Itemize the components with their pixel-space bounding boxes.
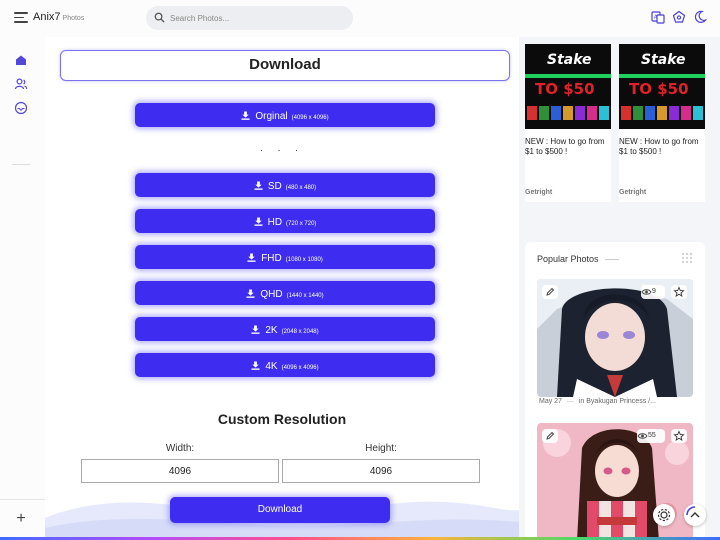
ad-source: Getright: [525, 189, 553, 196]
download-icon: [241, 111, 250, 120]
search-input[interactable]: [170, 10, 340, 26]
download-resolution: (2048 x 2048): [281, 329, 319, 335]
photo-date: May 27: [539, 398, 562, 405]
rail-divider: [12, 164, 30, 165]
download-label: SD: [267, 181, 282, 192]
height-label: Height:: [365, 443, 397, 454]
ad-banner-image: Stake TO $50: [525, 44, 611, 129]
ad-banner-image: Stake TO $50: [619, 44, 705, 129]
download-label: HD: [267, 217, 283, 228]
download-label: Orginal: [255, 111, 288, 122]
download-icon: [251, 325, 260, 334]
download-resolution: (4096 x 4096): [291, 115, 329, 121]
popular-photos-title: Popular Photos: [537, 254, 599, 264]
download-icon: [247, 253, 256, 262]
download-qhd-button[interactable]: QHD (1440 x 1440): [135, 281, 435, 305]
eye-icon: [641, 289, 652, 295]
dark-mode-icon[interactable]: [693, 10, 707, 24]
brand-logo[interactable]: Anix7 Photos: [33, 11, 84, 23]
download-label: FHD: [261, 253, 282, 264]
scroll-top-button[interactable]: [684, 504, 706, 526]
brand-sub: Photos: [62, 15, 85, 22]
download-hd-button[interactable]: HD (720 x 720): [135, 209, 435, 233]
translate-icon[interactable]: A: [651, 10, 665, 24]
ad-source: Getright: [619, 189, 647, 196]
search-bar[interactable]: [146, 6, 353, 30]
download-fhd-button[interactable]: FHD (1080 x 1080): [135, 245, 435, 269]
ad-brand: Stake: [641, 52, 686, 68]
bookmark-icon-pill[interactable]: [671, 285, 687, 299]
download-icon: [254, 181, 263, 190]
download-label: QHD: [260, 289, 283, 300]
pencil-icon: [546, 431, 555, 440]
download-title-text: Download: [249, 56, 321, 73]
eye-icon: [637, 433, 648, 439]
title-divider: [605, 259, 619, 260]
theme-icon[interactable]: [672, 10, 686, 24]
search-icon: [154, 12, 165, 23]
star-icon: [673, 430, 685, 441]
photo-image: [537, 279, 693, 397]
brand-name: Anix7: [33, 11, 61, 23]
bookmark-icon-pill[interactable]: [671, 429, 687, 443]
view-count: 55: [637, 429, 665, 443]
inbox-icon[interactable]: [14, 101, 28, 115]
edit-icon-pill[interactable]: [542, 429, 558, 443]
download-resolution: (1080 x 1080): [285, 257, 323, 263]
pencil-icon: [546, 287, 555, 296]
width-input[interactable]: [81, 459, 279, 483]
settings-button[interactable]: [653, 504, 675, 526]
chevron-up-icon: [686, 506, 700, 518]
ad-banner-text: TO $50: [629, 80, 689, 98]
ad-text: NEW : How to go from $1 to $500 !: [525, 137, 605, 156]
view-count: 9: [641, 285, 665, 299]
side-rail: +: [0, 37, 45, 540]
popular-photo[interactable]: 9: [537, 279, 693, 397]
width-label: Width:: [165, 443, 195, 454]
download-2k-button[interactable]: 2K (2048 x 2048): [135, 317, 435, 341]
gear-icon: [657, 508, 671, 522]
home-icon[interactable]: [14, 53, 28, 67]
custom-resolution-title: Custom Resolution: [217, 411, 347, 427]
download-icon: [246, 289, 255, 298]
download-resolution: (4096 x 4096): [281, 365, 319, 371]
edit-icon-pill[interactable]: [542, 285, 558, 299]
top-bar: Anix7Photos A: [0, 0, 720, 37]
download-label: 4K: [265, 361, 278, 372]
view-count-value: 9: [652, 288, 656, 295]
ad-banner-text: TO $50: [535, 80, 595, 98]
photo-meta: May 27 — in Byakugan Princess /...: [539, 398, 656, 405]
photo-category[interactable]: in Byakugan Princess /...: [579, 398, 656, 405]
download-resolution: (480 x 480): [285, 185, 317, 191]
popular-photos-widget: Popular Photos 9 May 27 — in Byakugan Pr…: [525, 242, 705, 540]
download-sd-button[interactable]: SD (480 x 480): [135, 173, 435, 197]
download-resolution: (1440 x 1440): [286, 293, 324, 299]
download-4k-button[interactable]: 4K (4096 x 4096): [135, 353, 435, 377]
ad-card[interactable]: Stake TO $50 NEW : How to go from $1 to …: [525, 44, 611, 202]
download-panel: Download Orginal (4096 x 4096) . . . SD (4…: [45, 37, 519, 540]
download-title: Download: [60, 50, 510, 81]
download-icon: [254, 217, 263, 226]
ad-card[interactable]: Stake TO $50 NEW : How to go from $1 to …: [619, 44, 705, 202]
ad-text: NEW : How to go from $1 to $500 !: [619, 137, 699, 156]
rail-bottom-divider: [0, 499, 45, 500]
download-original-button[interactable]: Orginal (4096 x 4096): [135, 103, 435, 127]
download-icon: [251, 361, 260, 370]
svg-text:A: A: [654, 15, 658, 21]
menu-icon[interactable]: [14, 12, 28, 24]
plus-icon[interactable]: +: [13, 511, 29, 527]
download-resolution: (720 x 720): [286, 221, 317, 227]
ad-brand: Stake: [547, 52, 592, 68]
custom-download-button[interactable]: Download: [170, 497, 390, 523]
star-icon: [673, 286, 685, 297]
view-count-value: 55: [648, 432, 656, 439]
users-icon[interactable]: [14, 77, 28, 91]
grip-dots-icon: [681, 252, 693, 264]
height-input[interactable]: [282, 459, 480, 483]
separator-dots: . . .: [260, 143, 304, 154]
download-label: 2K: [265, 325, 278, 336]
